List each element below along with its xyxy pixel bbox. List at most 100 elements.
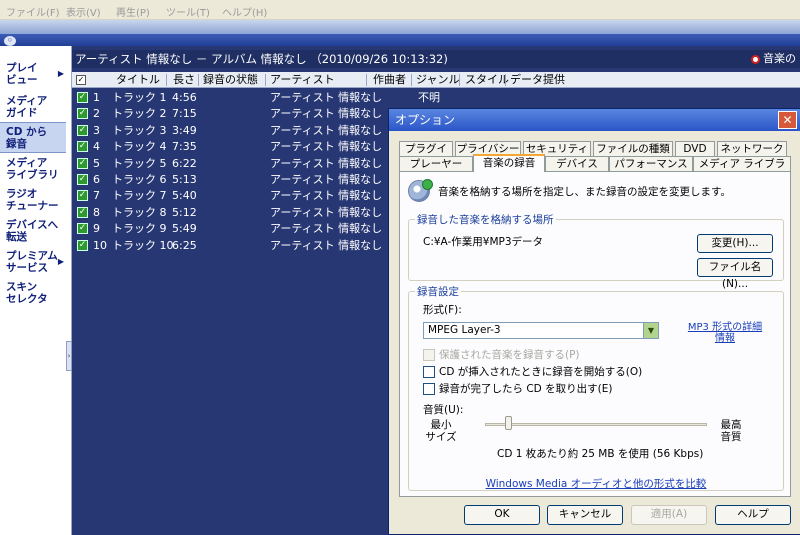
track-checkbox[interactable]: ✓ <box>77 223 88 235</box>
column-divider[interactable] <box>265 74 266 86</box>
tab-copy-music[interactable]: 音楽の録音 <box>473 154 545 172</box>
tab-file-types[interactable]: ファイルの種類 <box>593 141 673 157</box>
track-checkbox[interactable]: ✓ <box>77 239 88 251</box>
menu-view[interactable]: 表示(V) <box>66 4 101 19</box>
slider-thumb[interactable] <box>505 416 512 430</box>
sidebar-item-media-guide[interactable]: メディア ガイド <box>0 91 66 122</box>
track-genre: 不明 <box>418 91 440 104</box>
select-all-checkbox[interactable]: ✓ <box>76 75 86 85</box>
track-checkbox[interactable]: ✓ <box>77 190 88 202</box>
audio-quality-info: CD 1 枚あたり約 25 MB を使用 (56 Kbps) <box>497 448 704 460</box>
column-divider[interactable] <box>198 74 199 86</box>
table-row[interactable]: ✓ 1 トラック 1 4:56 アーティスト 情報なし 不明 <box>72 90 800 106</box>
sidebar-item-skin-chooser[interactable]: スキン セレクタ <box>0 277 66 308</box>
options-dialog: オプション ✕ プラグイン プライバシー セキュリティ ファイルの種類 DVD … <box>388 108 800 535</box>
chevron-right-icon: ▶ <box>57 257 64 266</box>
apply-button[interactable]: 適用(A) <box>631 505 707 525</box>
tab-devices[interactable]: デバイス <box>545 156 609 172</box>
format-select[interactable]: MPEG Layer-3 ▼ <box>423 322 659 339</box>
track-length: 5:12 <box>172 205 197 219</box>
record-icon <box>751 54 760 64</box>
column-composer[interactable]: 作曲者 <box>373 73 406 87</box>
column-copy-status[interactable]: 録音の状態 <box>203 73 258 87</box>
column-divider[interactable] <box>411 74 412 86</box>
track-title: トラック 6 <box>112 173 167 186</box>
track-artist: アーティスト 情報なし <box>270 238 383 252</box>
cancel-button[interactable]: キャンセル <box>547 505 623 525</box>
taskpane-bar <box>0 34 800 46</box>
track-number: 9 <box>93 222 100 236</box>
sidebar-item-premium-services[interactable]: プレミアム サービス ▶ <box>0 246 66 277</box>
cd-copy-icon <box>408 179 433 202</box>
tab-plugins[interactable]: プラグイン <box>399 141 453 169</box>
tab-network[interactable]: ネットワーク <box>717 141 787 157</box>
close-icon[interactable]: ✕ <box>778 111 797 129</box>
column-artist[interactable]: アーティスト <box>270 73 335 87</box>
copy-music-label: 音楽の <box>763 52 796 65</box>
checkbox-box[interactable] <box>423 349 435 361</box>
track-length: 6:22 <box>172 156 197 170</box>
rip-on-insert-checkbox[interactable]: CD が挿入されたときに録音を開始する(O) <box>423 366 642 379</box>
track-number: 1 <box>93 91 100 104</box>
track-checkbox[interactable]: ✓ <box>77 108 88 120</box>
track-checkbox[interactable]: ✓ <box>77 157 88 169</box>
checkbox-box[interactable] <box>423 383 435 395</box>
track-checkbox[interactable]: ✓ <box>77 206 88 218</box>
compare-formats-link[interactable]: Windows Media オーディオと他の形式を比較 <box>400 476 792 491</box>
tab-performance[interactable]: パフォーマンス <box>609 156 693 172</box>
checkbox-box[interactable] <box>423 366 435 378</box>
nav-toggle-icon[interactable]: ◦ <box>4 36 16 46</box>
track-length: 4:56 <box>172 91 197 104</box>
file-name-button[interactable]: ファイル名(N)... <box>697 258 773 290</box>
column-data-provider[interactable]: データ提供 <box>510 73 565 87</box>
ok-button[interactable]: OK <box>464 505 540 525</box>
menu-file[interactable]: ファイル(F) <box>6 4 60 19</box>
track-title: トラック 10 <box>112 238 174 252</box>
mp3-info-link[interactable]: MP3 形式の詳細情報 <box>685 322 765 344</box>
track-checkbox[interactable]: ✓ <box>77 92 88 103</box>
column-genre[interactable]: ジャンル <box>416 73 459 87</box>
track-length: 7:35 <box>172 140 197 154</box>
sidebar-item-label: プレミアム サービス <box>6 249 58 274</box>
tab-media-library[interactable]: メディア ライブラリ <box>693 156 791 184</box>
sidebar-item-media-library[interactable]: メディア ライブラリ <box>0 153 66 184</box>
track-checkbox[interactable]: ✓ <box>77 174 88 185</box>
track-length: 7:15 <box>172 107 197 121</box>
track-artist: アーティスト 情報なし <box>270 123 383 137</box>
menu-help[interactable]: ヘルプ(H) <box>222 4 267 19</box>
sidebar-item-copy-to-device[interactable]: デバイスへ 転送 <box>0 215 66 246</box>
sidebar-item-copy-from-cd[interactable]: CD から 録音 <box>0 122 66 153</box>
help-button[interactable]: ヘルプ <box>715 505 791 525</box>
sidebar-item-radio-tuner[interactable]: ラジオ チューナー <box>0 184 66 215</box>
column-style[interactable]: スタイル <box>465 73 509 87</box>
menu-tools[interactable]: ツール(T) <box>166 4 210 19</box>
column-divider[interactable] <box>166 74 167 86</box>
copy-location-path: C:¥A-作業用¥MP3データ <box>423 236 544 248</box>
change-location-button[interactable]: 変更(H)... <box>697 234 773 253</box>
track-artist: アーティスト 情報なし <box>270 222 383 236</box>
sidebar-item-label: デバイスへ 転送 <box>6 218 59 243</box>
track-checkbox[interactable]: ✓ <box>77 124 88 136</box>
copy-music-button[interactable]: 音楽の <box>747 50 800 68</box>
column-divider[interactable] <box>505 74 506 86</box>
column-divider[interactable] <box>459 74 460 86</box>
sidebar-item-now-playing[interactable]: プレイ ビュー ▶ <box>0 58 66 89</box>
column-length[interactable]: 長さ <box>173 73 195 87</box>
tab-dvd[interactable]: DVD <box>675 141 715 157</box>
copy-settings-group: 録音設定 形式(F): MPEG Layer-3 ▼ MP3 形式の詳細情報 保… <box>408 284 784 491</box>
tab-player[interactable]: プレーヤー <box>399 156 473 172</box>
column-title[interactable]: タイトル <box>116 73 160 87</box>
chevron-down-icon[interactable]: ▼ <box>643 323 658 338</box>
copy-protect-checkbox[interactable]: 保護された音楽を録音する(P) <box>423 349 580 362</box>
eject-after-rip-checkbox[interactable]: 録音が完了したら CD を取り出す(E) <box>423 383 612 396</box>
track-artist: アーティスト 情報なし <box>270 140 383 154</box>
menu-play[interactable]: 再生(P) <box>116 4 150 19</box>
audio-quality-slider[interactable] <box>485 423 707 426</box>
dialog-title-bar[interactable]: オプション ✕ <box>389 109 800 131</box>
track-checkbox[interactable]: ✓ <box>77 141 88 153</box>
sidebar-item-label: プレイ ビュー <box>6 61 38 86</box>
audio-quality-label: 音質(U): <box>423 404 464 416</box>
track-number: 8 <box>93 205 100 219</box>
column-divider[interactable] <box>366 74 367 86</box>
copy-location-label: 録音した音楽を格納する場所 <box>415 212 556 227</box>
